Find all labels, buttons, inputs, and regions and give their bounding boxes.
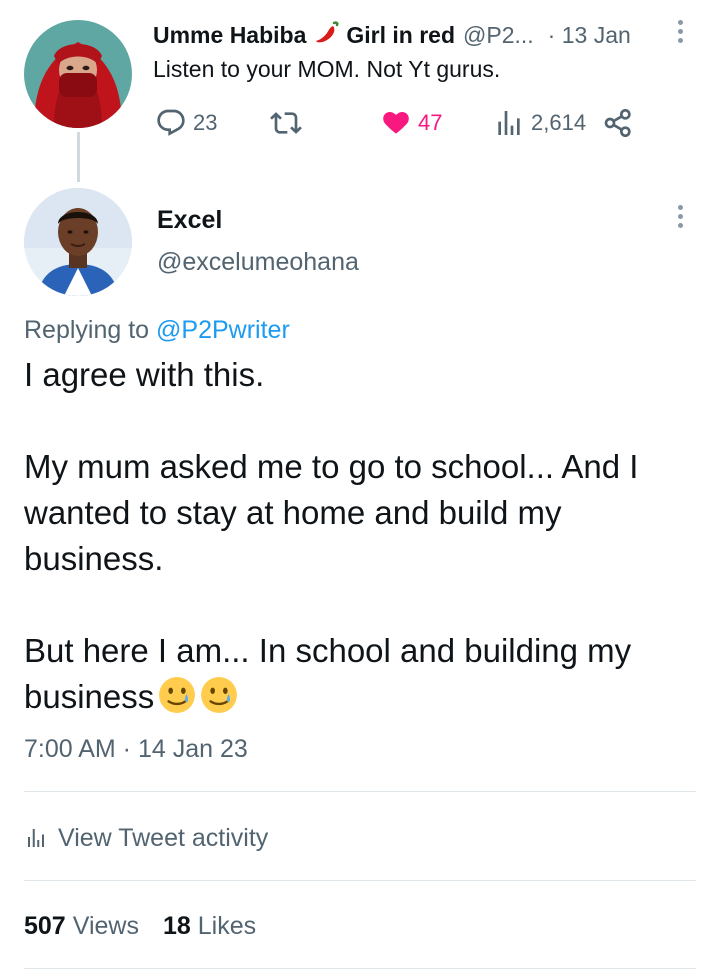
parent-handle[interactable]: @P2... — [463, 22, 534, 49]
parent-avatar-image — [24, 20, 132, 128]
parent-display-name-suffix[interactable]: Girl in red — [346, 22, 455, 49]
likes-stat-label: Likes — [197, 911, 257, 940]
tweet-timestamp[interactable]: 7:00 AM · 14 Jan 23 — [24, 735, 248, 764]
chili-pepper-emoji — [314, 19, 340, 51]
parent-action-bar: 23 47 2,614 — [153, 104, 700, 142]
tweet-paragraph-last: But here I am... In school and building … — [24, 628, 700, 726]
smiling-face-with-tear-emoji — [158, 676, 196, 726]
views-stat-label: Views — [72, 911, 139, 940]
analytics-icon — [28, 829, 44, 847]
reply-count: 23 — [193, 110, 218, 135]
reply-more-icon[interactable] — [676, 205, 684, 231]
like-count: 47 — [418, 110, 443, 135]
reply-handle[interactable]: @excelumeohana — [157, 248, 359, 277]
views-count: 2,614 — [531, 110, 587, 135]
reply-avatar-image — [24, 188, 132, 296]
tweet-stats: 507 Views 18 Likes — [24, 906, 256, 946]
tweet-paragraph: My mum asked me to go to school... And I… — [24, 448, 639, 577]
heart-icon — [383, 111, 409, 134]
parent-tweet-header: Umme Habiba Girl in red @P2... · 13 Jan — [153, 18, 700, 52]
divider — [24, 880, 696, 881]
replying-to-label: Replying to — [24, 316, 150, 344]
reply-avatar[interactable] — [24, 188, 132, 296]
retweet-action[interactable] — [270, 104, 302, 142]
thread-connector-line — [77, 132, 80, 182]
divider — [24, 968, 696, 969]
parent-display-name[interactable]: Umme Habiba — [153, 22, 306, 49]
smiling-face-with-tear-emoji — [200, 676, 238, 726]
likes-stat[interactable]: 18 Likes — [163, 912, 256, 941]
parent-more-icon[interactable] — [676, 20, 684, 46]
parent-tweet-text: Listen to your MOM. Not Yt gurus. — [153, 56, 501, 82]
views-action[interactable]: 2,614 — [493, 104, 586, 142]
parent-date[interactable]: · 13 Jan — [548, 22, 631, 49]
retweet-icon — [270, 112, 302, 134]
tweet-paragraph: I agree with this. — [24, 356, 265, 393]
views-stat-count: 507 — [24, 911, 66, 940]
view-tweet-activity-link[interactable]: View Tweet activity — [24, 818, 268, 858]
reply-display-name[interactable]: Excel — [157, 206, 222, 235]
view-tweet-activity-label: View Tweet activity — [58, 823, 269, 852]
divider — [24, 791, 696, 792]
tweet-paragraph-text: But here I am... In school and building … — [24, 632, 632, 715]
share-icon — [604, 109, 631, 137]
reply-icon — [157, 109, 185, 136]
reply-tweet-text: I agree with this. My mum asked me to go… — [24, 352, 700, 726]
analytics-icon — [498, 111, 520, 135]
parent-avatar[interactable] — [24, 20, 132, 128]
like-action[interactable]: 47 — [380, 104, 442, 142]
share-action[interactable] — [602, 104, 634, 142]
replying-to-line: Replying to @P2Pwriter — [24, 316, 290, 345]
views-stat[interactable]: 507 Views — [24, 912, 139, 941]
replying-to-mention[interactable]: @P2Pwriter — [156, 316, 290, 344]
likes-stat-count: 18 — [162, 911, 191, 940]
reply-action[interactable]: 23 — [155, 104, 217, 142]
